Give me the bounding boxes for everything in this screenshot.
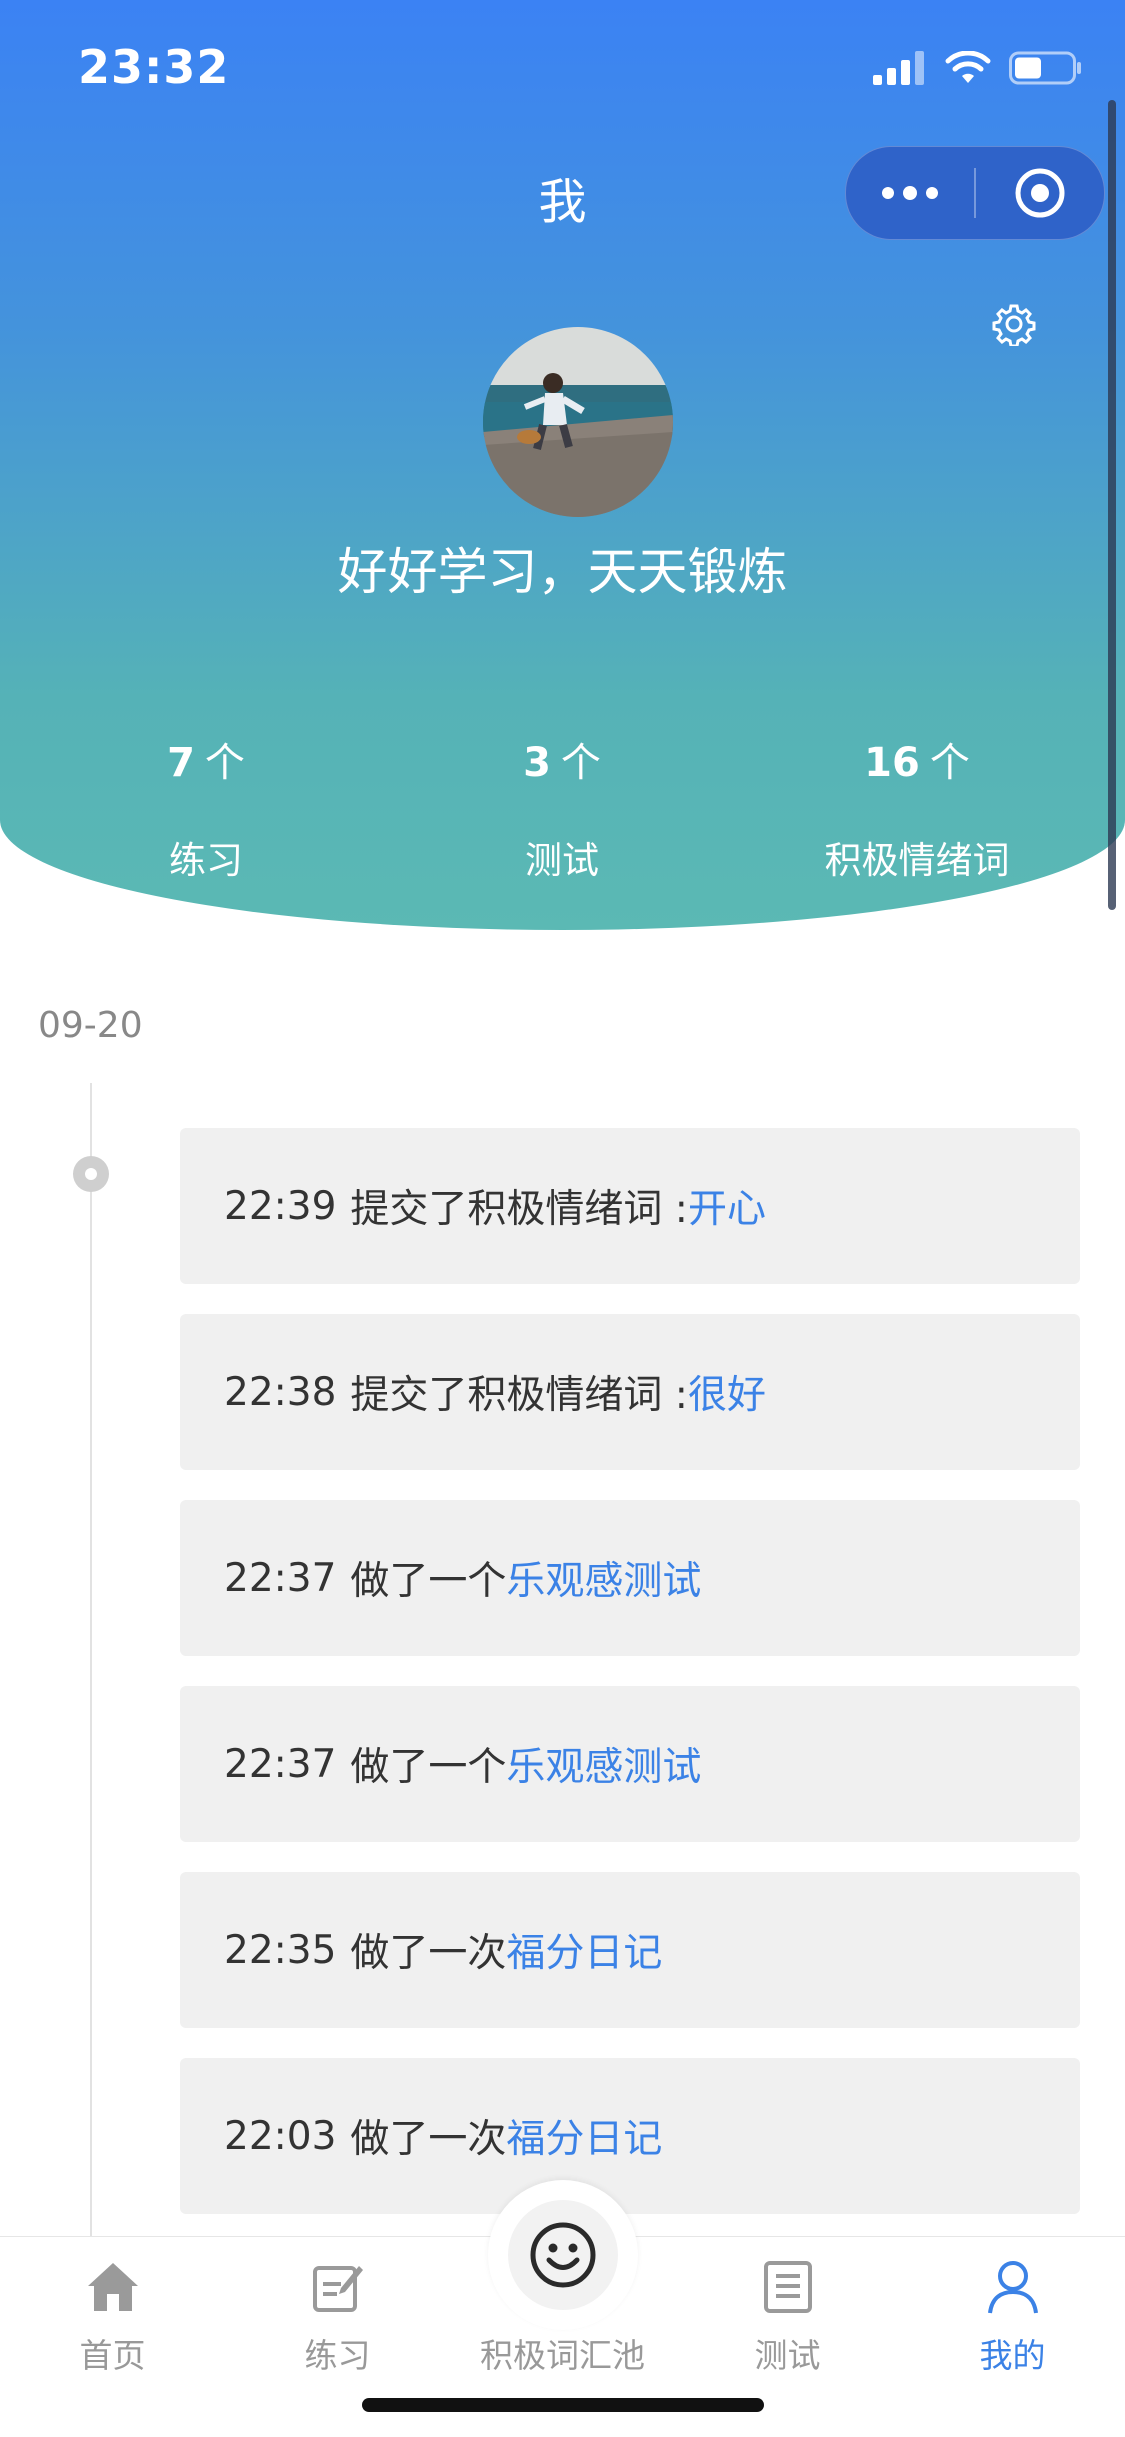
stat-test-unit: 个 [560,740,601,786]
timeline-line [90,1083,92,2236]
stat-practice[interactable]: 7个 练习 [46,730,366,884]
status-time: 23:32 [78,40,230,94]
battery-icon [1009,51,1081,85]
settings-button[interactable] [992,302,1036,348]
tab-home[interactable]: 首页 [0,2257,225,2377]
timeline-date: 09-20 [38,1005,143,1046]
word-pool-center-button[interactable] [488,2180,638,2330]
timeline-item-action: 做了一个 [350,1745,507,1790]
tab-test-label: 测试 [754,2336,821,2375]
stat-positive-words[interactable]: 16 个 积极情绪词 [757,730,1077,884]
more-button[interactable] [846,147,974,239]
timeline-item-action: 做了一次 [350,1931,507,1976]
stat-positive-words-unit: 个 [929,740,970,786]
avatar-photo [483,327,673,517]
target-close-icon [1015,168,1065,218]
timeline-item-action: 做了一个 [350,1559,507,1604]
timeline-item[interactable]: 22:03 做了一次 福分日记 [180,2058,1080,2214]
stat-positive-words-value: 16 [864,740,920,786]
timeline-item-time: 22:35 [224,1927,337,1973]
stat-test[interactable]: 3个 测试 [402,730,722,884]
timeline-dot [73,1156,109,1192]
timeline-item-link[interactable]: 乐观感测试 [506,1550,701,1606]
profile-motto: 好好学习，天天锻炼 [337,543,788,601]
tab-word-pool-label: 积极词汇池 [480,2336,645,2375]
timeline-item-action: 做了一次 [350,2117,507,2162]
more-dots-icon [882,186,938,200]
signal-icon [873,51,924,85]
timeline-item-time: 22:37 [224,1741,337,1787]
tab-mine-label: 我的 [979,2336,1046,2375]
tab-practice-label: 练习 [304,2336,371,2375]
timeline-item-time: 22:39 [224,1183,337,1229]
timeline-item-link[interactable]: 福分日记 [506,2108,662,2164]
timeline-item[interactable]: 22:39 提交了积极情绪词 : 开心 [180,1128,1080,1284]
timeline-item-time: 22:03 [224,2113,337,2159]
center-button-inner [508,2200,618,2310]
timeline-item-time: 22:37 [224,1555,337,1601]
stat-practice-label: 练习 [169,839,243,882]
status-icons [873,48,1083,88]
wifi-icon [945,51,991,83]
close-button[interactable] [976,147,1104,239]
document-icon [763,2261,812,2313]
timeline-item-time: 22:38 [224,1369,337,1415]
stat-practice-unit: 个 [204,740,245,786]
edit-icon [312,2266,363,2312]
timeline-item-action: 提交了积极情绪词 : [350,1187,688,1232]
stat-positive-words-label: 积极情绪词 [824,839,1010,882]
stat-test-value: 3 [523,740,551,786]
stat-test-label: 测试 [525,839,599,882]
home-icon [87,2263,138,2311]
timeline-item[interactable]: 22:37 做了一个 乐观感测试 [180,1686,1080,1842]
gear-icon [992,304,1036,348]
home-indicator[interactable] [362,2398,764,2412]
timeline-item[interactable]: 22:38 提交了积极情绪词 : 很好 [180,1314,1080,1470]
timeline-item-link[interactable]: 开心 [688,1178,766,1234]
tab-home-label: 首页 [79,2336,146,2375]
timeline-item[interactable]: 22:35 做了一次 福分日记 [180,1872,1080,2028]
tab-practice[interactable]: 练习 [225,2257,450,2377]
tab-mine[interactable]: 我的 [900,2257,1125,2377]
timeline-item-action: 提交了积极情绪词 : [350,1373,688,1418]
stat-practice-value: 7 [167,740,195,786]
timeline-item[interactable]: 22:37 做了一个 乐观感测试 [180,1500,1080,1656]
user-icon [987,2261,1038,2314]
mini-program-capsule [845,146,1105,240]
timeline-item-link[interactable]: 很好 [688,1364,766,1420]
tab-test[interactable]: 测试 [675,2257,900,2377]
timeline-item-link[interactable]: 乐观感测试 [506,1736,701,1792]
smile-icon [530,2222,596,2288]
timeline-item-link[interactable]: 福分日记 [506,1922,662,1978]
avatar[interactable] [483,327,673,517]
